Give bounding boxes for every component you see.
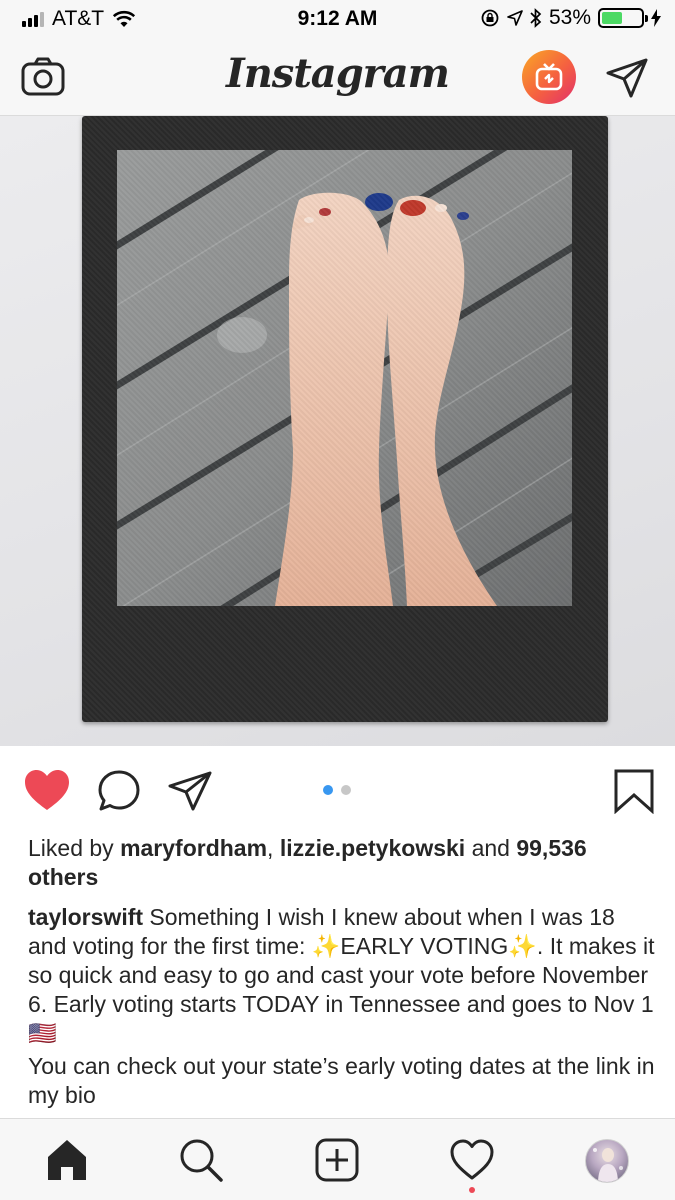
separator: , (267, 835, 274, 861)
bookmark-icon[interactable] (610, 768, 658, 814)
charging-icon (651, 9, 661, 27)
activity-notification-dot (469, 1187, 475, 1193)
photo-feet-on-deck (117, 150, 572, 606)
share-icon[interactable] (166, 768, 214, 814)
carousel-dot (341, 785, 351, 795)
carousel-indicator (323, 785, 351, 795)
liked-by-label: Liked by (28, 835, 114, 861)
liker-link-maryfordham[interactable]: maryfordham (120, 835, 267, 861)
post-actions (0, 746, 675, 832)
post-caption: taylorswift Something I wish I knew abou… (28, 903, 658, 1110)
activity-icon[interactable] (449, 1137, 495, 1183)
location-icon (507, 10, 523, 26)
comment-icon[interactable] (96, 768, 144, 814)
status-bar: AT&T 9:12 AM 53% (0, 0, 675, 38)
profile-avatar[interactable] (585, 1139, 629, 1183)
home-icon[interactable] (44, 1137, 90, 1183)
caption-text-2: You can check out your state’s early vot… (28, 1053, 655, 1108)
bottom-nav (0, 1118, 675, 1200)
battery-percent: 53% (548, 6, 591, 29)
igtv-icon[interactable] (522, 50, 576, 104)
app-header: Instagram (0, 38, 675, 116)
carousel-dot (323, 785, 333, 795)
polaroid-frame (82, 116, 608, 722)
heart-icon[interactable] (23, 768, 71, 814)
likes-summary: Liked by maryfordham, lizzie.petykowski … (28, 834, 658, 892)
search-icon[interactable] (178, 1137, 224, 1183)
and-label: and (471, 835, 510, 861)
post-image[interactable] (0, 116, 675, 746)
caption-username[interactable]: taylorswift (28, 904, 143, 930)
liker-link-lizzie[interactable]: lizzie.petykowski (280, 835, 465, 861)
battery-icon (598, 8, 648, 28)
new-post-icon[interactable] (314, 1137, 360, 1183)
status-icons: 53% (480, 6, 661, 30)
bluetooth-icon (530, 8, 542, 28)
rotation-lock-icon (481, 9, 499, 27)
direct-message-icon[interactable] (604, 54, 650, 100)
